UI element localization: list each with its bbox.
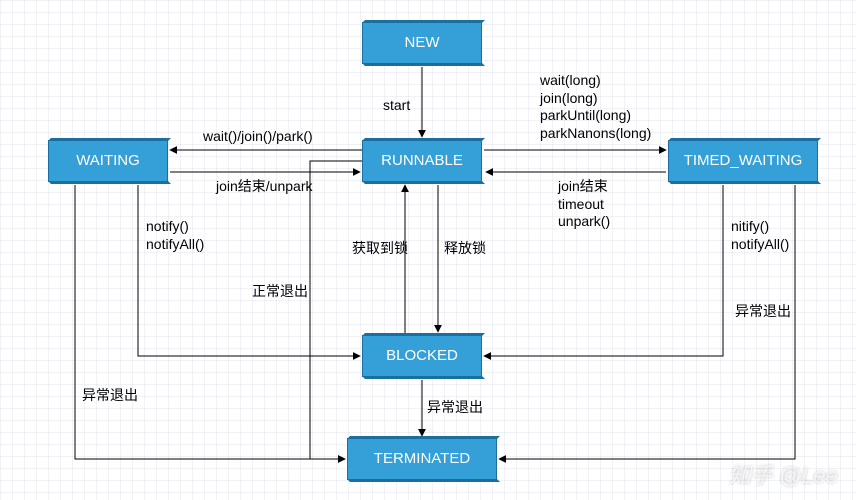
edge-label-start: start (383, 97, 410, 115)
edge-label-waiting-to-terminated: 异常退出 (82, 387, 138, 405)
edge-label-timed-waiting-to-runnable: join结束 timeout unpark() (558, 178, 610, 231)
edge-label-runnable-to-timed-waiting: wait(long) join(long) parkUntil(long) pa… (540, 72, 651, 142)
edge-label-runnable-to-blocked: 释放锁 (444, 240, 486, 258)
edge-label-timed-waiting-to-terminated: 异常退出 (735, 303, 791, 321)
edge-waiting-to-terminated (75, 185, 345, 459)
edges-layer (0, 0, 856, 500)
edge-label-waiting-to-runnable: join结束/unpark (216, 178, 313, 196)
edge-label-timed-waiting-to-blocked: nitify() notifyAll() (731, 218, 789, 253)
edge-label-blocked-to-runnable: 获取到锁 (352, 240, 408, 258)
edge-label-runnable-to-waiting: wait()/join()/park() (203, 128, 313, 146)
edge-label-runnable-to-terminated: 正常退出 (252, 283, 308, 301)
edge-label-blocked-to-terminated: 异常退出 (427, 399, 483, 417)
edge-waiting-to-blocked (138, 185, 360, 356)
edge-runnable-to-terminated (310, 161, 362, 459)
edge-label-waiting-to-blocked: notify() notifyAll() (146, 218, 204, 253)
watermark: 知乎 @Lee (729, 458, 838, 490)
